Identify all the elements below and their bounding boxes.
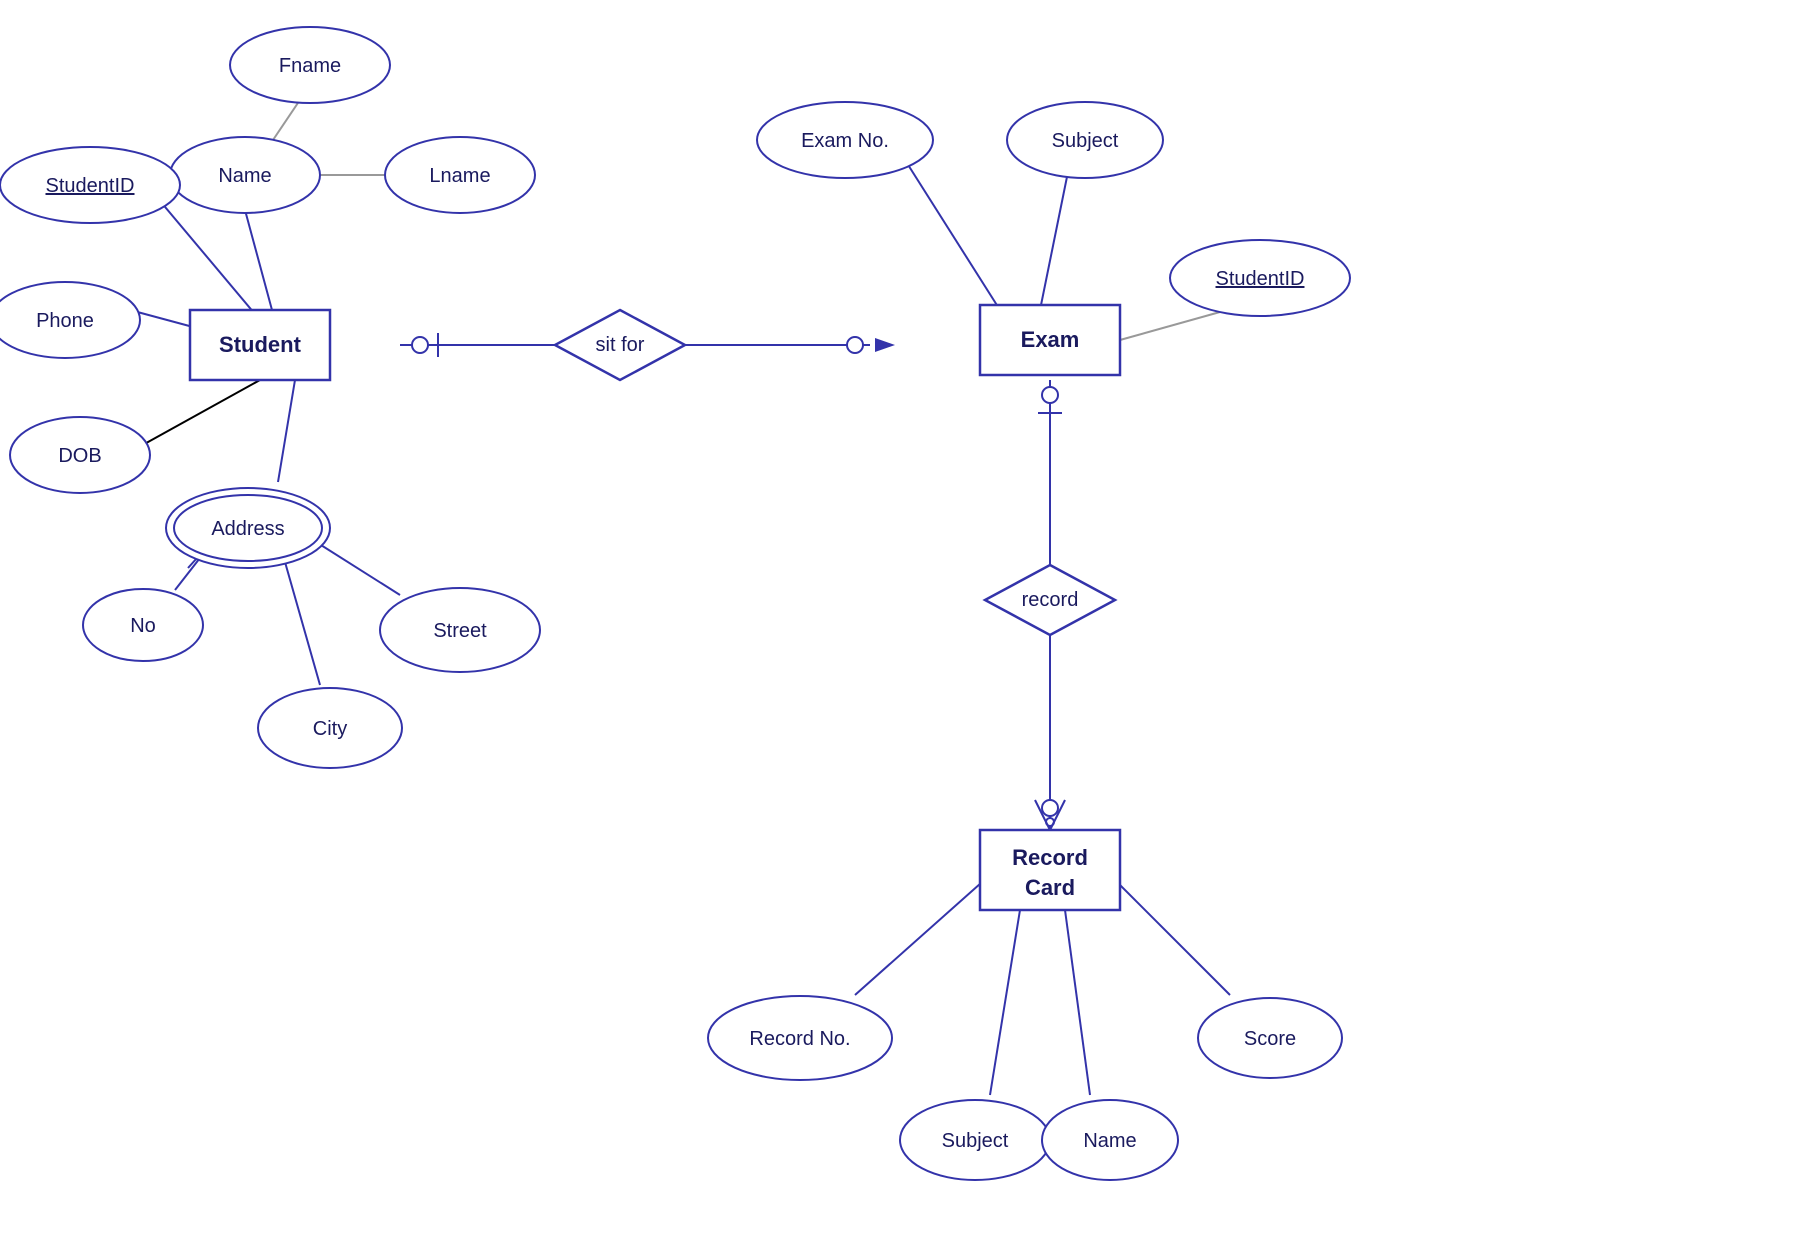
attr-record-no-label: Record No. — [749, 1028, 850, 1050]
entity-record-card-label1: Record — [1012, 845, 1088, 870]
attr-student-id2-label: StudentID — [1216, 268, 1305, 290]
entity-exam-label: Exam — [1021, 327, 1080, 352]
line-rc-score — [1110, 875, 1230, 995]
attr-score-label: Score — [1244, 1028, 1296, 1050]
attr-address-label: Address — [211, 518, 284, 540]
attr-subject-exam-label: Subject — [1052, 130, 1119, 152]
attr-lname-label: Lname — [429, 165, 490, 187]
attr-name-rc-label: Name — [1083, 1130, 1136, 1152]
line-examno-exam — [905, 160, 1000, 310]
circle-rc-top1 — [1042, 800, 1058, 816]
entity-record-card-label2: Card — [1025, 875, 1075, 900]
line-subject-exam — [1040, 162, 1070, 310]
line-address-city — [283, 555, 320, 685]
line-rc-subject — [990, 910, 1020, 1095]
attr-street-label: Street — [433, 620, 487, 642]
attr-city-label: City — [313, 718, 347, 740]
line-student-address — [278, 380, 295, 482]
line-rc-name — [1065, 910, 1090, 1095]
attr-student-id-label: StudentID — [46, 175, 135, 197]
circle-student-side — [412, 337, 428, 353]
line-rc-recordno — [855, 875, 990, 995]
rel-record-label: record — [1022, 589, 1079, 611]
attr-fname-label: Fname — [279, 55, 341, 77]
rel-sit-for-label: sit for — [596, 334, 645, 356]
attr-exam-no-label: Exam No. — [801, 130, 889, 152]
arrow-exam — [875, 338, 895, 352]
circle-exam-side — [847, 337, 863, 353]
attr-subject-rc-label: Subject — [942, 1130, 1009, 1152]
entity-student-label: Student — [219, 332, 302, 357]
attr-phone-label: Phone — [36, 310, 94, 332]
line-name-student — [245, 210, 272, 310]
attr-dob-label: DOB — [58, 445, 101, 467]
attr-no-label: No — [130, 615, 156, 637]
circle-exam-bottom — [1042, 387, 1058, 403]
attr-name-label: Name — [218, 165, 271, 187]
line-address-street — [313, 540, 400, 595]
line-dob-student — [130, 380, 260, 452]
